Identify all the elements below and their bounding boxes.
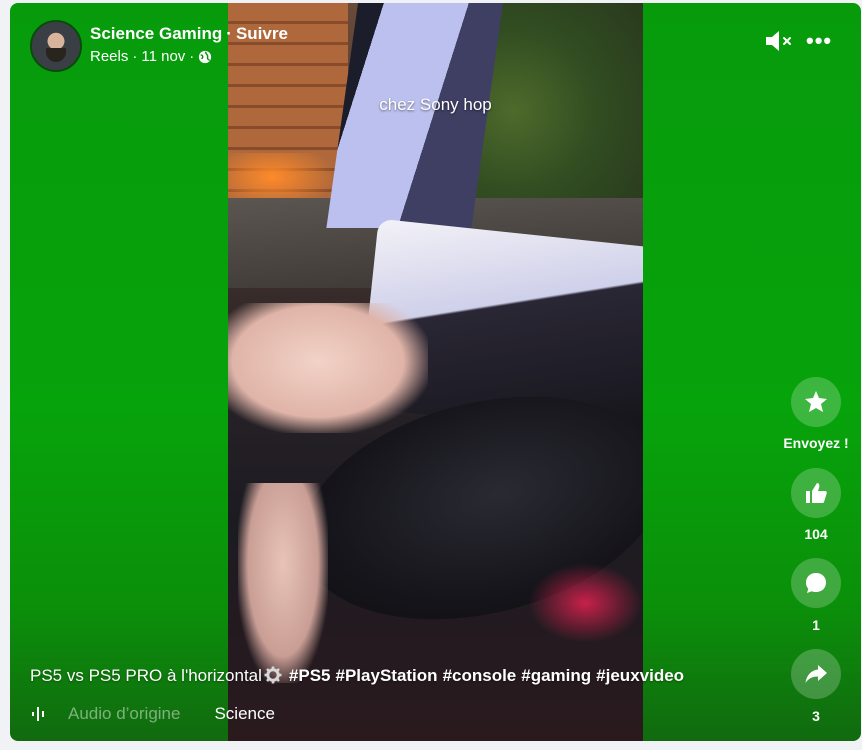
like-count: 104 [804, 526, 828, 542]
meta-date[interactable]: 11 nov [141, 48, 185, 65]
reel-description[interactable]: PS5 vs PS5 PRO à l'horizontal #PS5 #PlaySt… [30, 666, 684, 686]
globe-icon [199, 50, 212, 63]
audio-label: Audio d’origine [68, 704, 181, 723]
send-label: Envoyez ! [783, 435, 849, 451]
avatar[interactable] [30, 20, 82, 72]
comment-count: 1 [812, 617, 820, 633]
channel-header: Science Gaming · Suivre [90, 24, 288, 44]
meta-reels[interactable]: Reels [90, 48, 128, 65]
share-count: 3 [812, 708, 820, 724]
video-player[interactable]: chez Sony hop [228, 3, 643, 741]
hashtag-gaming[interactable]: #gaming [521, 666, 591, 685]
hashtag-jeuxvideo[interactable]: #jeuxvideo [596, 666, 684, 685]
video-caption: chez Sony hop [379, 95, 492, 114]
video-hand [228, 303, 428, 433]
follow-button[interactable]: Suivre [236, 24, 288, 43]
comment-button[interactable] [791, 558, 841, 608]
audio-wave-icon [32, 707, 44, 721]
speaker-muted-icon[interactable] [764, 28, 794, 54]
comment-bubble-icon [806, 573, 826, 593]
channel-name[interactable]: Science Gaming [90, 24, 222, 43]
share-arrow-icon [805, 665, 827, 683]
reel-card: chez Sony hop Science Gaming · Suivre Reel… [10, 3, 861, 741]
share-button[interactable] [791, 649, 841, 699]
hashtag-console[interactable]: #console [443, 666, 517, 685]
thumbs-up-icon [806, 483, 827, 503]
hashtag-playstation[interactable]: #PlayStation [336, 666, 438, 685]
header-separator: · [226, 24, 232, 43]
description-text: PS5 vs PS5 PRO à l'horizontal [30, 666, 262, 685]
hashtag-ps5[interactable]: #PS5 [289, 666, 331, 685]
like-button[interactable] [791, 468, 841, 518]
video-pink-light [528, 563, 643, 643]
gear-icon [264, 666, 282, 686]
sparkle-star-icon [805, 391, 827, 412]
more-options-icon[interactable]: ••• [806, 30, 832, 52]
post-meta: Reels · 11 nov · [90, 48, 212, 65]
send-button[interactable] [791, 377, 841, 427]
audio-creator: Science [214, 704, 275, 723]
video-hand-lower [238, 483, 328, 683]
meta-dot: · [132, 48, 138, 65]
meta-dot: · [189, 48, 195, 65]
audio-row[interactable]: Audio d’origine Science [30, 704, 275, 724]
